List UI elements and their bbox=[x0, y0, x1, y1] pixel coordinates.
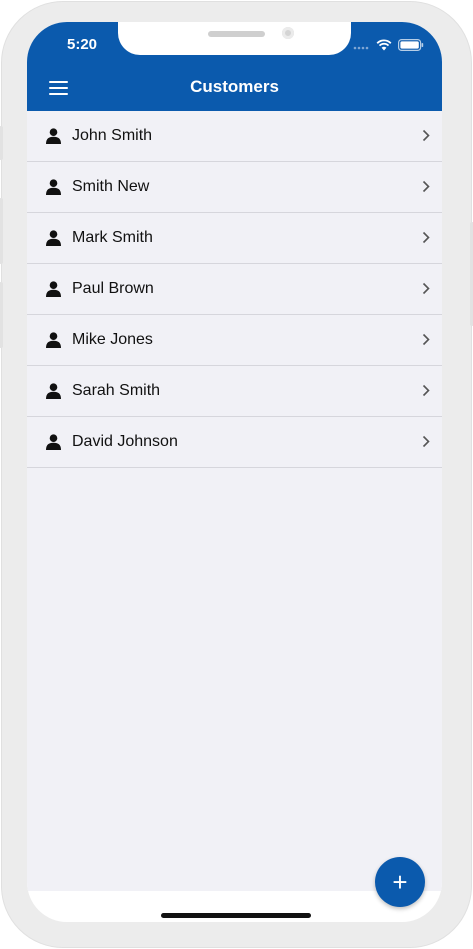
list-item[interactable]: Sarah Smith bbox=[27, 366, 442, 417]
list-item[interactable]: David Johnson bbox=[27, 417, 442, 468]
person-icon bbox=[46, 332, 61, 348]
chevron-right-icon bbox=[422, 435, 430, 448]
wifi-icon bbox=[376, 39, 392, 51]
notch bbox=[118, 22, 351, 55]
chevron-right-icon bbox=[422, 180, 430, 193]
list-item[interactable]: Smith New bbox=[27, 162, 442, 213]
customer-name: Paul Brown bbox=[72, 280, 154, 297]
list-item[interactable]: Mark Smith bbox=[27, 213, 442, 264]
speaker-grille bbox=[208, 31, 265, 37]
person-icon bbox=[46, 179, 61, 195]
phone-screen: 5:20 Customers John Smith Smith New Mark… bbox=[27, 22, 442, 922]
person-icon bbox=[46, 434, 61, 450]
person-icon bbox=[46, 281, 61, 297]
chevron-right-icon bbox=[422, 231, 430, 244]
list-item[interactable]: Paul Brown bbox=[27, 264, 442, 315]
list-item[interactable]: John Smith bbox=[27, 111, 442, 162]
status-icons bbox=[353, 38, 424, 52]
customer-name: Sarah Smith bbox=[72, 382, 161, 399]
customer-name: Mike Jones bbox=[72, 331, 153, 348]
chevron-right-icon bbox=[422, 282, 430, 295]
list-item[interactable]: Mike Jones bbox=[27, 315, 442, 366]
chevron-right-icon bbox=[422, 333, 430, 346]
person-icon bbox=[46, 128, 61, 144]
phone-side-button bbox=[0, 126, 3, 160]
home-indicator[interactable] bbox=[161, 913, 311, 918]
front-camera bbox=[282, 27, 294, 39]
add-customer-button[interactable]: + bbox=[375, 857, 425, 907]
person-icon bbox=[46, 383, 61, 399]
chevron-right-icon bbox=[422, 129, 430, 142]
battery-icon bbox=[398, 39, 424, 51]
customer-name: David Johnson bbox=[72, 433, 178, 450]
page-title: Customers bbox=[190, 77, 279, 96]
customer-name: Smith New bbox=[72, 178, 150, 195]
person-icon bbox=[46, 230, 61, 246]
cellular-signal-icon bbox=[353, 46, 369, 50]
customer-list: John Smith Smith New Mark Smith Paul Bro… bbox=[27, 111, 442, 891]
phone-side-button bbox=[0, 198, 3, 264]
customer-name: John Smith bbox=[72, 127, 153, 144]
chevron-right-icon bbox=[422, 384, 430, 397]
phone-side-button bbox=[0, 282, 3, 348]
customer-name: Mark Smith bbox=[72, 229, 153, 246]
status-time: 5:20 bbox=[67, 36, 98, 53]
